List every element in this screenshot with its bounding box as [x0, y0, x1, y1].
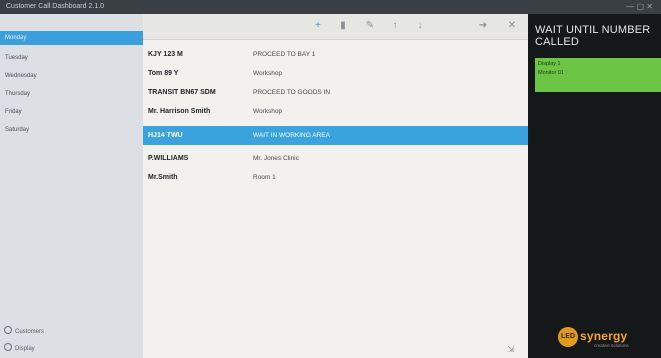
table-row[interactable]: Tom 89 Y Workshop [143, 64, 528, 83]
sidebar-footer-customers[interactable]: Customers [4, 326, 44, 337]
row-status: PROCEED TO BAY 1 [253, 51, 316, 58]
display-heading: WAIT UNTIL NUMBER CALLED [535, 24, 651, 48]
brand-logo: LED synergy creative solutions [558, 327, 658, 348]
footer-label: Display [15, 346, 35, 352]
close-icon[interactable]: ✕ [505, 19, 519, 33]
sidebar-item-monday[interactable]: Monday [0, 31, 143, 45]
table-row[interactable]: Mr.Smith Room 1 [143, 168, 528, 187]
sidebar-footer-display[interactable]: Display [4, 343, 35, 354]
logo-tagline: creative solutions [594, 343, 629, 348]
window-controls[interactable]: — ▢ ✕ [626, 0, 653, 14]
gear-icon [4, 326, 12, 334]
row-name: TRANSIT BN67 SDM [148, 89, 216, 96]
footer-label: Customers [15, 329, 45, 335]
arrow-down-icon[interactable]: ↓ [413, 19, 427, 33]
row-name: KJY 123 M [148, 51, 183, 58]
sidebar-item-tuesday[interactable]: Tuesday [0, 51, 143, 65]
row-name: HJ14 TWU [148, 132, 183, 139]
row-status: Room 1 [253, 174, 276, 181]
sidebar-item-label: Friday [5, 109, 22, 115]
sidebar-item-saturday[interactable]: Saturday [0, 123, 143, 137]
row-status: WAIT IN WORKING AREA [253, 132, 330, 139]
table-row-selected[interactable]: HJ14 TWU WAIT IN WORKING AREA [143, 126, 528, 145]
table-row[interactable]: P.WILLIAMS Mr. Jones Clinic [143, 149, 528, 168]
toolbar: + ▮ ✎ ↑ ↓ ➔ ✕ [143, 14, 528, 40]
row-name: Tom 89 Y [148, 70, 179, 77]
table-row[interactable]: TRANSIT BN67 SDM PROCEED TO GOODS IN [143, 83, 528, 102]
row-name: P.WILLIAMS [148, 155, 189, 162]
arrow-up-icon[interactable]: ↑ [388, 19, 402, 33]
gear-icon [4, 343, 12, 351]
display-line-2: Monitor 01 [538, 70, 564, 76]
trash-icon[interactable]: ▮ [336, 19, 350, 33]
sidebar-item-friday[interactable]: Friday [0, 105, 143, 119]
table-row[interactable]: Mr. Harrison Smith Workshop [143, 102, 528, 121]
row-status: Workshop [253, 70, 283, 77]
sidebar-item-label: Saturday [5, 127, 30, 133]
main-panel: + ▮ ✎ ↑ ↓ ➔ ✕ KJY 123 M PROCEED TO BAY 1… [143, 14, 528, 358]
sidebar-item-label: Monday [5, 35, 27, 41]
sidebar-item-wednesday[interactable]: Wednesday [0, 69, 143, 83]
display-line-1: Display 1 [538, 61, 561, 67]
table-row[interactable]: KJY 123 M PROCEED TO BAY 1 [143, 45, 528, 64]
edit-icon[interactable]: ✎ [363, 19, 377, 33]
sidebar-item-thursday[interactable]: Thursday [0, 87, 143, 101]
row-name: Mr.Smith [148, 174, 178, 181]
sidebar: Monday Tuesday Wednesday Thursday Friday… [0, 14, 144, 358]
send-icon[interactable]: ➔ [476, 19, 490, 33]
plus-icon[interactable]: + [311, 19, 325, 33]
sidebar-item-label: Thursday [5, 91, 31, 97]
cursor-icon: ⇲ [507, 344, 515, 354]
display-preview-panel: WAIT UNTIL NUMBER CALLED Display 1 Monit… [528, 14, 661, 358]
window-title: Customer Call Dashboard 2.1.0 [6, 3, 105, 10]
row-name: Mr. Harrison Smith [148, 108, 211, 115]
logo-word: synergy [580, 329, 628, 343]
display-status-block: Display 1 Monitor 01 [535, 58, 661, 92]
sidebar-item-label: Wednesday [5, 73, 37, 79]
row-status: Workshop [253, 108, 283, 115]
sidebar-item-label: Tuesday [5, 55, 28, 61]
logo-badge: LED [558, 327, 578, 347]
title-bar: Customer Call Dashboard 2.1.0 — ▢ ✕ [0, 0, 661, 14]
row-status: PROCEED TO GOODS IN [253, 89, 331, 96]
row-status: Mr. Jones Clinic [253, 155, 299, 162]
